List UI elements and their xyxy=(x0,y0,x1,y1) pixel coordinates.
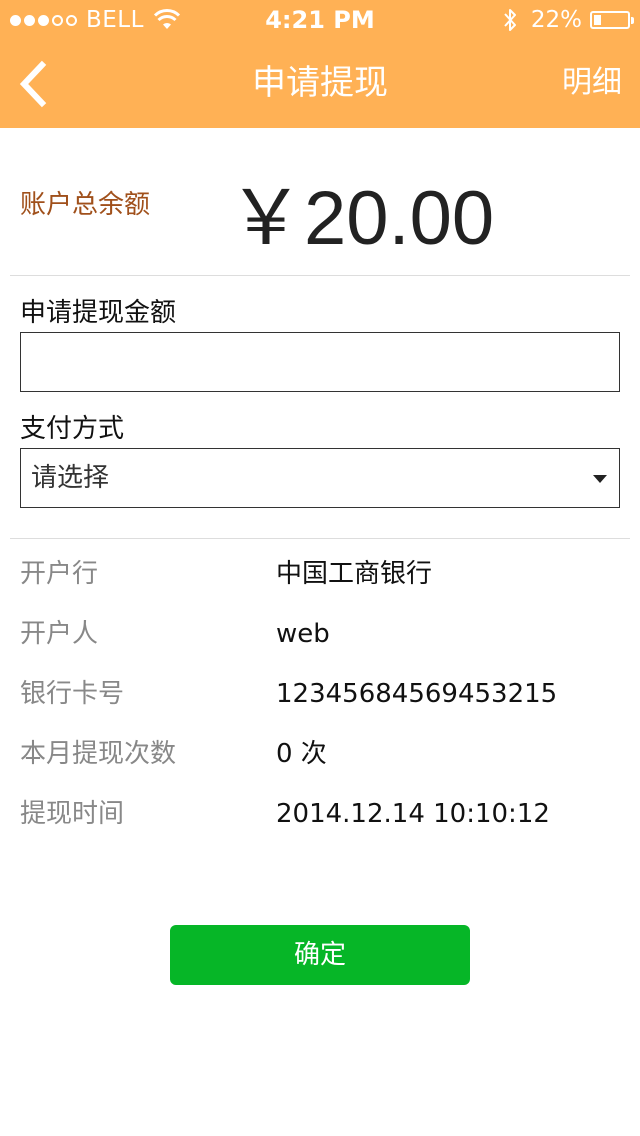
info-value: web xyxy=(276,619,330,649)
battery-icon xyxy=(590,11,634,29)
info-label: 开户人 xyxy=(20,619,99,649)
battery-fill xyxy=(594,15,601,25)
info-value: 12345684569453215 xyxy=(276,679,558,709)
info-row-withdraw-time: 提现时间 2014.12.14 10:10:12 xyxy=(20,784,620,844)
info-row-monthly-count: 本月提现次数 0 次 xyxy=(20,724,620,784)
payment-method-select[interactable]: 请选择 xyxy=(20,448,620,508)
payment-method-value: 请选择 xyxy=(31,463,110,493)
caret-down-icon xyxy=(593,475,607,483)
confirm-button[interactable]: 确定 xyxy=(170,925,470,985)
info-row-bank: 开户行 中国工商银行 xyxy=(20,544,620,604)
balance-section: 账户总余额 ￥20.00 xyxy=(10,128,630,276)
balance-label: 账户总余额 xyxy=(20,190,151,220)
info-row-holder: 开户人 web xyxy=(20,604,620,664)
info-value: 2014.12.14 10:10:12 xyxy=(276,799,550,829)
amount-label: 申请提现金额 xyxy=(20,298,177,328)
payment-method-label: 支付方式 xyxy=(20,414,125,444)
battery-percent: 22% xyxy=(530,7,582,33)
info-label: 提现时间 xyxy=(20,799,125,829)
page-title: 申请提现 xyxy=(252,63,388,103)
info-label: 本月提现次数 xyxy=(20,739,177,769)
info-value: 0 次 xyxy=(276,739,327,769)
info-row-card-number: 银行卡号 12345684569453215 xyxy=(20,664,620,724)
bluetooth-icon xyxy=(504,9,516,31)
balance-amount: ￥20.00 xyxy=(228,176,495,261)
status-bar: BELL 4:21 PM 22% xyxy=(0,0,640,40)
info-value: 中国工商银行 xyxy=(276,559,433,589)
status-right: 22% xyxy=(501,0,634,40)
nav-bar: 申请提现 明细 xyxy=(0,40,640,128)
info-label: 开户行 xyxy=(20,559,99,589)
divider xyxy=(10,538,630,539)
amount-input[interactable] xyxy=(20,332,620,392)
info-label: 银行卡号 xyxy=(20,679,125,709)
header: BELL 4:21 PM 22% 申请提现 明细 xyxy=(0,0,640,128)
detail-link[interactable]: 明细 xyxy=(562,40,622,126)
